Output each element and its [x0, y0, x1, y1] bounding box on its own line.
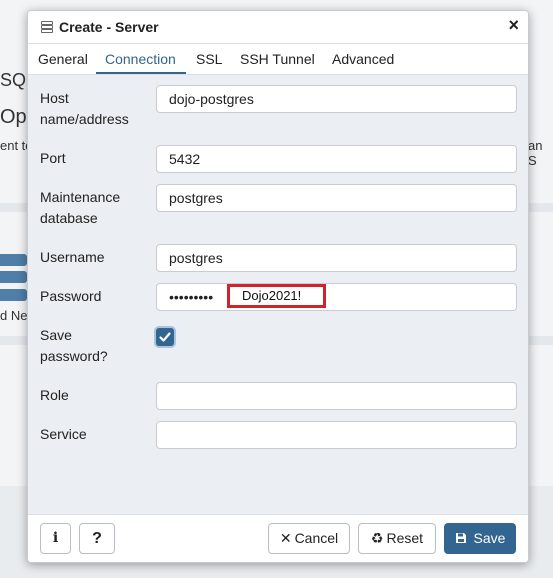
tab-general[interactable]: General	[38, 51, 88, 67]
background-button	[0, 254, 27, 266]
password-annotation: Dojo2021!	[227, 284, 326, 308]
cancel-button[interactable]: ✕ Cancel	[268, 523, 350, 554]
reset-button[interactable]: ♻ Reset	[358, 523, 436, 554]
help-icon: ?	[92, 530, 102, 547]
tab-connection[interactable]: Connection	[105, 51, 176, 67]
close-icon: ✕	[279, 530, 292, 546]
create-server-dialog: Create - Server × General Connection SSL…	[27, 10, 529, 563]
info-button[interactable]: i	[40, 523, 71, 554]
username-input[interactable]: postgres	[156, 244, 517, 272]
help-button[interactable]: ?	[79, 523, 115, 554]
close-button[interactable]: ×	[508, 15, 519, 36]
dialog-title: Create - Server	[59, 19, 159, 35]
save-button[interactable]: Save	[444, 523, 516, 554]
role-label: Role	[40, 387, 69, 403]
save-password-label: Save password?	[40, 325, 108, 367]
background-button	[0, 271, 27, 283]
service-input[interactable]	[156, 421, 517, 449]
save-label: Save	[473, 530, 506, 546]
host-label-line2: name/address	[40, 111, 129, 127]
recycle-icon: ♻	[370, 530, 384, 546]
password-masked-value: •••••••••	[169, 289, 214, 305]
save-password-checkbox[interactable]	[156, 328, 174, 346]
background-text: an S	[528, 138, 543, 168]
reset-label: Reset	[386, 530, 424, 546]
maintenance-db-label-line1: Maintenance	[40, 189, 121, 205]
dialog-titlebar: Create - Server ×	[28, 11, 528, 44]
password-input[interactable]: ••••••••• Dojo2021!	[156, 283, 517, 311]
background-text: d Ne	[0, 308, 28, 323]
server-icon	[41, 21, 53, 33]
host-label-line1: Host	[40, 90, 69, 106]
active-tab-indicator	[96, 72, 186, 74]
username-label: Username	[40, 249, 105, 265]
floppy-disk-icon	[455, 530, 471, 546]
checkmark-icon	[159, 332, 171, 342]
save-password-label-line1: Save	[40, 327, 72, 343]
maintenance-db-label-line2: database	[40, 210, 98, 226]
save-password-label-line2: password?	[40, 348, 108, 364]
connection-form: Host name/address dojo-postgres Port 543…	[28, 75, 528, 515]
dialog-footer: i ? ✕ Cancel ♻ Reset Save	[28, 514, 528, 562]
tab-ssl[interactable]: SSL	[196, 51, 222, 67]
maintenance-db-label: Maintenance database	[40, 187, 120, 229]
host-input[interactable]: dojo-postgres	[156, 85, 517, 113]
role-input[interactable]	[156, 382, 517, 410]
tab-bar: General Connection SSL SSH Tunnel Advanc…	[28, 44, 528, 75]
tab-advanced[interactable]: Advanced	[332, 51, 394, 67]
info-icon: i	[52, 530, 59, 546]
host-label: Host name/address	[40, 88, 129, 130]
tab-ssh-tunnel[interactable]: SSH Tunnel	[240, 51, 315, 67]
service-label: Service	[40, 426, 87, 442]
maintenance-db-input[interactable]: postgres	[156, 184, 517, 212]
password-label: Password	[40, 288, 102, 304]
cancel-label: Cancel	[294, 530, 339, 546]
port-label: Port	[40, 150, 66, 166]
background-button	[0, 289, 27, 301]
port-input[interactable]: 5432	[156, 145, 517, 173]
